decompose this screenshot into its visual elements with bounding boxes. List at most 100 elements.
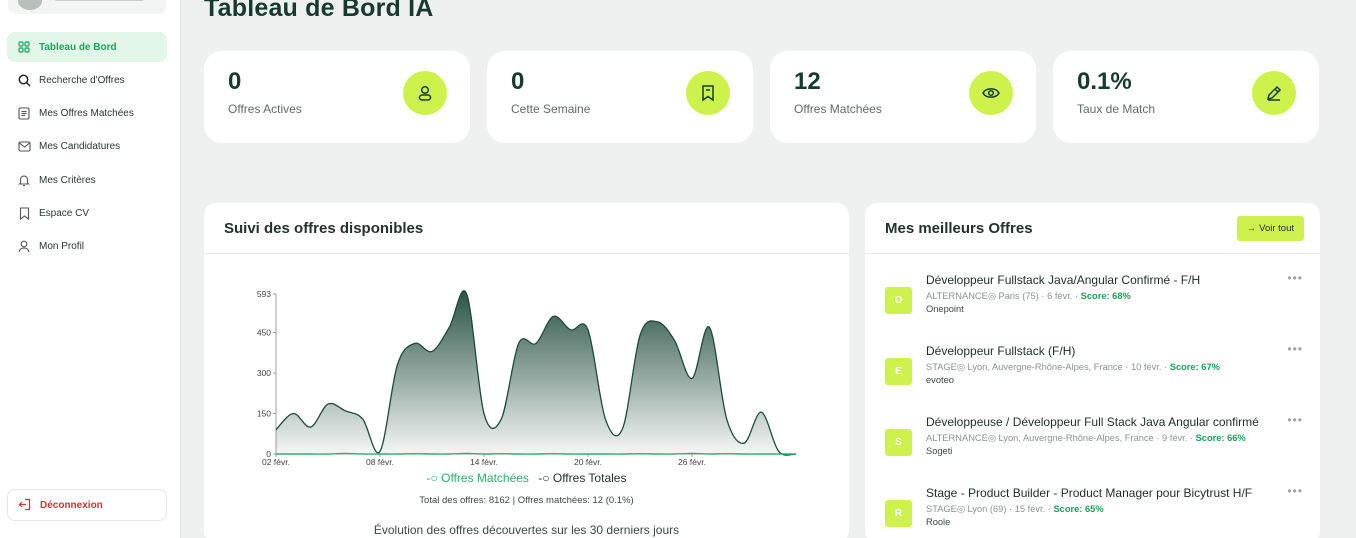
legend-item-total[interactable]: -○ Offres Totales bbox=[538, 471, 626, 485]
chart-panel-title: Suivi des offres disponibles bbox=[204, 203, 849, 254]
logout-label: Déconnexion bbox=[40, 499, 103, 511]
x-tick-label: 26 févr. bbox=[678, 457, 706, 467]
page-title: Tableau de Bord IA bbox=[204, 0, 434, 22]
stat-label: Taux de Match bbox=[1077, 102, 1156, 116]
sidebar-item-label: Espace CV bbox=[39, 207, 90, 219]
offer-score: Score: 66% bbox=[1195, 433, 1246, 443]
offer-item[interactable]: O Développeur Fullstack Java/Angular Con… bbox=[885, 271, 1305, 333]
offer-meta-text: STAGE◎ Lyon (69) · 15 févr. · bbox=[926, 504, 1054, 514]
logout-icon bbox=[18, 498, 32, 512]
sidebar: Tableau de Bord Recherche d'Offres Mes O… bbox=[0, 0, 181, 538]
more-options-icon[interactable]: ••• bbox=[1287, 413, 1303, 427]
chart-footer: Évolution des offres découvertes sur les… bbox=[373, 523, 680, 537]
offers-tracking-panel: Suivi des offres disponibles 0 150 300 450 5… bbox=[204, 203, 849, 538]
offer-company: Onepoint bbox=[926, 304, 964, 314]
offer-score: Score: 67% bbox=[1169, 362, 1220, 372]
y-tick-label: 300 bbox=[257, 368, 271, 378]
stat-value: 0 bbox=[228, 68, 242, 95]
stat-card-match-rate: 0.1% Taux de Match bbox=[1053, 51, 1319, 143]
sidebar-item-cv-space[interactable]: Espace CV bbox=[7, 198, 167, 228]
offer-item[interactable]: R Stage - Product Builder - Product Mana… bbox=[885, 484, 1305, 538]
series-area-offres-totales bbox=[276, 290, 796, 456]
sidebar-item-label: Tableau de Bord bbox=[39, 41, 117, 53]
user-card[interactable] bbox=[8, 0, 166, 14]
chart-totals: Total des offres: 8162 | Offres matchées… bbox=[419, 495, 634, 506]
offer-title[interactable]: Développeuse / Développeur Full Stack Ja… bbox=[926, 415, 1259, 429]
bookmark-icon bbox=[686, 71, 730, 115]
x-tick-label: 14 févr. bbox=[470, 457, 498, 467]
sidebar-item-applications[interactable]: Mes Candidatures bbox=[7, 132, 167, 162]
dashboard-icon bbox=[17, 40, 31, 54]
offer-meta: STAGE◎ Lyon, Auvergne-Rhône-Alpes, Franc… bbox=[926, 362, 1220, 373]
offer-meta-text: STAGE◎ Lyon, Auvergne-Rhône-Alpes, Franc… bbox=[926, 362, 1170, 372]
offer-item[interactable]: E Développeur Fullstack (F/H) STAGE◎ Lyo… bbox=[885, 342, 1305, 404]
offers-panel-header: Mes meilleurs Offres → Voir tout bbox=[865, 203, 1320, 254]
offer-meta: ALTERNANCE◎ Lyon, Auvergne-Rhône-Alpes, … bbox=[926, 433, 1246, 444]
offer-meta: ALTERNANCE◎ Paris (75) · 6 févr. · Score… bbox=[926, 291, 1131, 302]
company-badge: S bbox=[885, 429, 912, 456]
offer-title[interactable]: Développeur Fullstack (F/H) bbox=[926, 344, 1075, 358]
y-tick-label: 150 bbox=[257, 409, 271, 419]
offer-score: Score: 65% bbox=[1053, 504, 1104, 514]
legend-label-matched: Offres Matchées bbox=[441, 471, 529, 485]
sidebar-item-criteria[interactable]: Mes Critères bbox=[7, 165, 167, 195]
offer-company: Roole bbox=[926, 517, 951, 527]
offers-panel-title: Mes meilleurs Offres bbox=[885, 219, 1033, 237]
stat-label: Cette Semaine bbox=[511, 102, 591, 116]
logout-button[interactable]: Déconnexion bbox=[7, 489, 167, 521]
stat-value: 0.1% bbox=[1077, 68, 1132, 95]
offer-company: evoteo bbox=[926, 375, 954, 385]
user-icon bbox=[403, 71, 447, 115]
sidebar-item-search-offers[interactable]: Recherche d'Offres bbox=[7, 65, 167, 95]
stat-card-this-week: 0 Cette Semaine bbox=[487, 51, 753, 143]
company-badge: E bbox=[885, 358, 912, 385]
company-badge: O bbox=[885, 287, 912, 314]
more-options-icon[interactable]: ••• bbox=[1287, 484, 1303, 498]
bell-icon bbox=[17, 173, 31, 187]
list-icon bbox=[17, 107, 31, 121]
y-tick-label: 450 bbox=[257, 328, 271, 338]
arrow-right-icon: → bbox=[1246, 223, 1257, 234]
x-tick-label: 02 févr. bbox=[262, 457, 290, 467]
sidebar-item-matched-offers[interactable]: Mes Offres Matchées bbox=[7, 99, 167, 129]
stat-card-matched-offers: 12 Offres Matchées bbox=[770, 51, 1036, 143]
offer-meta: STAGE◎ Lyon (69) · 15 févr. · Score: 65% bbox=[926, 504, 1104, 515]
more-options-icon[interactable]: ••• bbox=[1287, 271, 1303, 285]
offer-score: Score: 68% bbox=[1080, 291, 1131, 301]
offer-meta-text: ALTERNANCE◎ Paris (75) · 6 févr. · bbox=[926, 291, 1081, 301]
chart-legend: -○ Offres Matchées -○ Offres Totales bbox=[204, 471, 849, 485]
series-line-offres-matchees bbox=[276, 452, 796, 455]
sidebar-item-label: Recherche d'Offres bbox=[39, 74, 125, 86]
sidebar-item-label: Mes Offres Matchées bbox=[39, 108, 134, 120]
offer-title[interactable]: Développeur Fullstack Java/Angular Confi… bbox=[926, 273, 1200, 287]
legend-label-total: Offres Totales bbox=[552, 471, 627, 485]
offer-title[interactable]: Stage - Product Builder - Product Manage… bbox=[926, 486, 1252, 500]
bookmark-icon bbox=[17, 206, 31, 220]
best-offers-panel: Mes meilleurs Offres → Voir tout O Dével… bbox=[865, 203, 1320, 538]
pencil-icon bbox=[1252, 71, 1296, 115]
sidebar-item-label: Mes Candidatures bbox=[39, 141, 121, 153]
sidebar-item-profile[interactable]: Mon Profil bbox=[7, 232, 167, 262]
offers-area-chart[interactable]: 015030045059302 févr. 08 févr. 14 févr. 20 … bbox=[204, 254, 849, 469]
offer-company: Sogeti bbox=[926, 446, 953, 456]
sidebar-item-dashboard[interactable]: Tableau de Bord bbox=[7, 32, 167, 62]
search-icon bbox=[17, 73, 31, 87]
offer-item[interactable]: S Développeuse / Développeur Full Stack … bbox=[885, 413, 1305, 475]
see-all-button[interactable]: → Voir tout bbox=[1236, 216, 1304, 241]
stat-card-active-offers: 0 Offres Actives bbox=[204, 51, 470, 143]
see-all-label: Voir tout bbox=[1259, 223, 1294, 234]
y-tick-label: 593 bbox=[257, 289, 271, 299]
x-tick-label: 20 févr. bbox=[574, 457, 602, 467]
x-tick-label: 08 févr. bbox=[366, 457, 394, 467]
more-options-icon[interactable]: ••• bbox=[1287, 342, 1303, 356]
sidebar-nav: Tableau de Bord Recherche d'Offres Mes O… bbox=[7, 32, 167, 265]
stat-label: Offres Matchées bbox=[794, 102, 882, 116]
stat-value: 0 bbox=[511, 68, 525, 95]
eye-icon bbox=[969, 71, 1013, 115]
sidebar-item-label: Mes Critères bbox=[39, 174, 96, 186]
stat-value: 12 bbox=[794, 68, 821, 95]
mail-icon bbox=[17, 140, 31, 154]
legend-item-matched[interactable]: -○ Offres Matchées bbox=[427, 471, 529, 485]
sidebar-item-label: Mon Profil bbox=[39, 241, 85, 253]
stat-label: Offres Actives bbox=[228, 102, 302, 116]
